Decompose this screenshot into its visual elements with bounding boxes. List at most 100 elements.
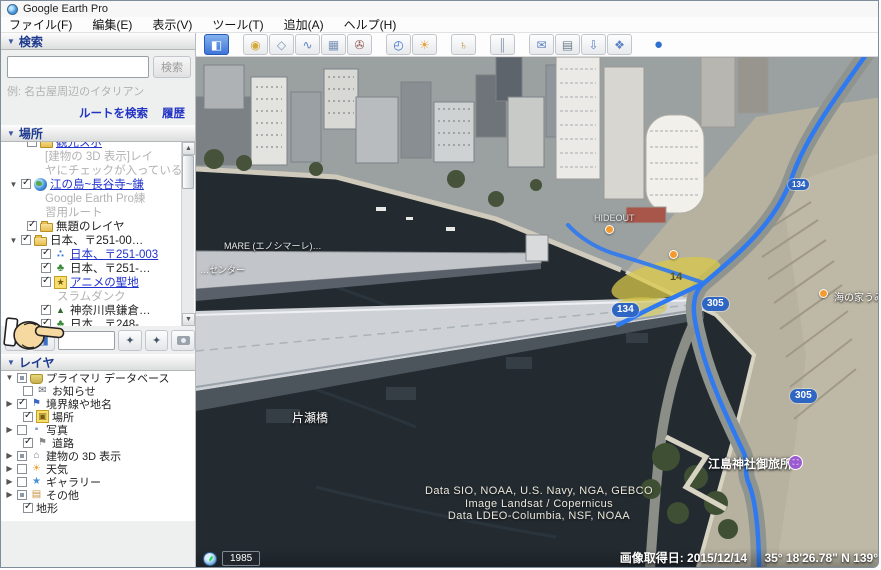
route-search-link[interactable]: ルートを検索 [79,105,148,121]
expander-closed-icon[interactable]: ▶ [5,451,14,460]
orange-placemark[interactable] [819,289,828,298]
menu-view[interactable]: 表示(V) [152,16,192,33]
image-overlay-button[interactable]: ▦ [321,34,346,55]
layer-borders-labels[interactable]: ▶ ⚑ 境界線や地名 [1,397,195,410]
layer-3d-buildings[interactable]: ▶ ⌂ 建物の 3D 表示 [1,449,195,462]
email-button[interactable]: ✉ [529,34,554,55]
shrine-marker-icon[interactable]: ⛶ [788,455,803,470]
view-in-maps-button[interactable]: ❖ [607,34,632,55]
layer-primary-database[interactable]: ▼ プライマリ データベース [1,371,195,384]
layer-gallery[interactable]: ▶ ★ ギャラリー [1,475,195,488]
checkbox[interactable] [41,249,51,259]
expander-open-icon[interactable]: ▼ [5,373,14,382]
polygon-button[interactable]: ◇ [269,34,294,55]
move-down-button[interactable]: ✦ [145,330,169,351]
scroll-up-button[interactable]: ▲ [182,142,195,155]
record-tour-button[interactable]: ✇ [347,34,372,55]
sunlight-button[interactable]: ☀ [412,34,437,55]
checkbox[interactable] [41,277,51,287]
checkbox[interactable] [27,142,37,147]
database-icon [30,374,43,384]
collapse-triangle-icon[interactable]: ▼ [7,37,15,46]
historical-imagery-button[interactable]: ◴ [386,34,411,55]
gallery-star-icon: ★ [30,475,43,488]
layers-tree: ▼ プライマリ データベース ✉ お知らせ ▶ ⚑ 境界線や地名 ▣ 場所 [1,371,195,521]
layer-terrain[interactable]: 地形 [1,501,195,514]
planets-button[interactable]: ♄ [451,34,476,55]
attribution-line: Image Landsat / Copernicus [196,498,879,511]
checkbox[interactable] [23,503,33,513]
print-button[interactable]: ▤ [555,34,580,55]
move-up-button[interactable]: ✦ [118,330,142,351]
search-button[interactable]: 検索 [153,56,191,78]
scrollbar-thumb[interactable] [182,155,194,189]
collapse-triangle-icon[interactable]: ▼ [7,129,15,138]
layer-photos[interactable]: ▶ ▪ 写真 [1,423,195,436]
path-icon: ∿ [302,38,312,52]
imagery-date: 画像取得日: 2015/12/14 [620,551,747,565]
menu-tools[interactable]: ツール(T) [212,16,263,33]
ruler-button[interactable]: ║ [490,34,515,55]
expander-closed-icon[interactable]: ▶ [5,464,14,473]
expander-closed-icon[interactable]: ▶ [5,425,14,434]
places-item-japan-251[interactable]: ♣ 日本、〒251-… [1,261,195,275]
tour-camera-icon [177,336,190,345]
search-input[interactable] [7,56,149,78]
expander-closed-icon[interactable]: ▶ [5,490,14,499]
places-panel-header[interactable]: ▼ 場所 [1,125,195,142]
checkbox[interactable] [27,221,37,231]
placemark-button[interactable]: ◉ [243,34,268,55]
sidebar-toggle-button[interactable]: ◧ [204,34,229,55]
folder-icon [40,142,53,148]
checkbox[interactable] [17,464,27,474]
orange-placemark[interactable] [669,250,678,259]
expander-closed-icon[interactable]: ▶ [5,477,14,486]
play-tour-button[interactable] [171,330,195,351]
menu-edit[interactable]: 編集(E) [92,16,132,33]
menu-add[interactable]: 追加(A) [284,16,324,33]
search-panel-header[interactable]: ▼ 検索 [1,33,195,50]
expander-open-icon[interactable]: ▼ [9,180,18,189]
globe-button[interactable]: ● [646,34,671,55]
places-item-untitled-layer[interactable]: 無題のレイヤ [1,219,195,233]
app-icon [7,4,18,15]
checkbox-tristate[interactable] [17,490,27,500]
checkbox[interactable] [23,438,33,448]
checkbox[interactable] [41,263,51,273]
places-item-anime-seichi[interactable]: ★ アニメの聖地 [1,275,195,289]
places-scrollbar[interactable]: ▲ ▼ [181,142,194,326]
checkbox[interactable] [17,477,27,487]
path-button[interactable]: ∿ [295,34,320,55]
checkbox-tristate[interactable] [17,451,27,461]
route-shield-134-small: 134 [788,179,809,190]
places-item-japan-251-003[interactable]: ∴ 日本、〒251-003 [1,247,195,261]
save-image-button[interactable]: ⇩ [581,34,606,55]
places-item-note: [建物の 3D 表示]レイ [1,149,195,163]
checkbox[interactable] [17,399,27,409]
app-window: Google Earth Pro ファイル(F) 編集(E) 表示(V) ツール… [0,0,879,568]
menu-file[interactable]: ファイル(F) [9,16,72,33]
places-item-japan-folder[interactable]: ▼ 日本、〒251-00… [1,233,195,247]
layer-places[interactable]: ▣ 場所 [1,410,195,423]
checkbox[interactable] [17,425,27,435]
checkbox[interactable] [23,412,33,422]
diamond-down-icon: ✦ [152,334,161,347]
checkbox[interactable] [21,179,31,189]
expander-closed-icon[interactable]: ▶ [5,399,14,408]
checkbox-tristate[interactable] [17,373,27,383]
checkbox[interactable] [21,235,31,245]
history-link[interactable]: 履歴 [162,105,185,121]
scroll-down-button[interactable]: ▼ [182,313,195,326]
layer-more[interactable]: ▶ ▤ その他 [1,488,195,501]
historical-clock-icon[interactable] [203,552,217,566]
places-item-enoshima-route[interactable]: ▼ 江の島~長谷寺~鎌 [1,177,195,191]
attribution-line: Data LDEO-Columbia, NSF, NOAA [196,510,879,523]
map-view[interactable]: 片瀬橋 江島神社御旅所 MARE (エノシマーレ)… …センター HIDEOUT… [196,57,879,568]
expander-open-icon[interactable]: ▼ [9,236,18,245]
image-overlay-icon: ▦ [328,38,339,52]
orange-placemark[interactable] [605,225,614,234]
checkbox[interactable] [23,386,33,396]
sun-icon: ☀ [30,462,43,475]
menu-help[interactable]: ヘルプ(H) [344,16,397,33]
imagery-year-badge[interactable]: 1985 [222,551,260,566]
